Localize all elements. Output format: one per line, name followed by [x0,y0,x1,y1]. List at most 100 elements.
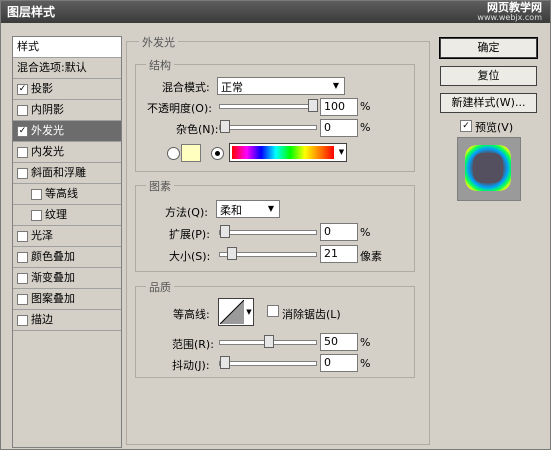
size-slider-thumb[interactable] [227,247,237,260]
opacity-field[interactable]: 100 [320,98,358,116]
style-checkbox[interactable] [17,273,28,284]
layer-style-dialog: 图层样式 网页教学网 www.webjx.com 样式 混合选项:默认 ✓ 投影 内阴… [0,0,551,450]
style-checkbox[interactable]: ✓ [17,126,28,137]
range-slider[interactable] [219,335,317,348]
opacity-label: 不透明度(O): [147,102,212,115]
style-checkbox[interactable] [31,210,42,221]
range-slider-thumb[interactable] [264,335,274,348]
range-unit: % [360,336,371,349]
contour-picker[interactable]: ▼ [218,298,254,326]
jitter-slider-thumb[interactable] [220,356,230,369]
style-list-item[interactable]: 混合选项:默认 [13,58,121,79]
style-checkbox[interactable]: ✓ [17,84,28,95]
watermark: 网页教学网 www.webjx.com [477,2,542,23]
style-checkbox[interactable] [17,252,28,263]
style-list-item[interactable]: 内发光 [13,142,121,163]
size-field[interactable]: 21 [320,245,358,263]
elements-title: 图素 [146,178,174,194]
style-checkbox[interactable] [17,294,28,305]
size-value: 21 [324,247,338,260]
watermark-line2: www.webjx.com [477,13,542,22]
gradient-radio[interactable] [211,147,224,160]
style-list-item-label: 混合选项:默认 [17,61,87,74]
style-list-item-label: 等高线 [45,187,78,200]
jitter-slider[interactable] [219,356,317,369]
style-list-header[interactable]: 样式 [13,37,121,58]
style-list-item-label: 内阴影 [31,103,64,116]
radio-dot [215,151,220,156]
style-checkbox[interactable] [31,189,42,200]
spread-slider-thumb[interactable] [220,225,230,238]
antialias-label: 消除锯齿(L) [282,308,341,321]
style-list-item-label: 光泽 [31,229,53,242]
style-checkbox[interactable] [17,231,28,242]
window-title: 图层样式 [7,5,56,19]
contour-label: 等高线: [173,308,210,321]
spread-slider[interactable] [219,225,317,238]
style-list-item-label: 内发光 [31,145,64,158]
size-unit: 像素 [360,250,382,263]
reset-button[interactable]: 复位 [440,66,537,86]
technique-select[interactable]: 柔和 ▼ [216,200,280,218]
blend-mode-select[interactable]: 正常 ▼ [217,77,345,95]
style-list-item[interactable]: 斜面和浮雕 [13,163,121,184]
technique-label: 方法(Q): [165,206,208,219]
style-list-item[interactable]: 渐变叠加 [13,268,121,289]
gradient-picker[interactable]: ▼ [229,143,347,162]
preview-checkbox[interactable]: ✓ [460,120,472,132]
style-list-item-label: 投影 [31,82,53,95]
style-checkbox[interactable] [17,315,28,326]
structure-title: 结构 [146,57,174,73]
style-list-item[interactable]: 内阴影 [13,100,121,121]
range-field[interactable]: 50 [320,333,358,351]
style-list-item[interactable]: 光泽 [13,226,121,247]
blend-mode-value: 正常 [221,81,243,94]
opacity-value: 100 [324,100,345,113]
style-checkbox[interactable] [17,147,28,158]
style-list-item[interactable]: 纹理 [13,205,121,226]
style-list: 样式 混合选项:默认 ✓ 投影 内阴影 ✓ 外发光 内发光 斜面和浮雕 等高线 纹理 光泽 颜色叠加渐… [12,36,122,448]
style-list-item[interactable]: 等高线 [13,184,121,205]
noise-field[interactable]: 0 [320,119,358,137]
style-list-item[interactable]: 描边 [13,310,121,331]
preview-thumbnail [457,137,521,201]
ok-button[interactable]: 确定 [439,37,538,59]
technique-value: 柔和 [220,204,242,217]
spread-unit: % [360,226,371,239]
style-list-item-label: 纹理 [45,208,67,221]
opacity-slider-thumb[interactable] [308,99,318,112]
contour-preview-icon [220,300,244,324]
antialias-checkbox[interactable] [267,305,279,317]
style-list-item-label: 描边 [31,313,53,326]
style-checkbox[interactable] [17,168,28,179]
opacity-slider[interactable] [219,99,318,112]
style-list-item[interactable]: ✓ 外发光 [13,121,121,142]
size-slider[interactable] [219,247,317,260]
color-radio[interactable] [167,147,180,160]
glow-color-swatch[interactable] [181,144,201,162]
jitter-unit: % [360,357,371,370]
preview-label: 预览(V) [475,121,514,134]
style-list-header-label: 样式 [17,40,39,53]
chevron-down-icon: ▼ [338,148,345,156]
style-list-item[interactable]: 颜色叠加 [13,247,121,268]
blend-mode-label: 混合模式: [162,81,210,94]
range-value: 50 [324,335,338,348]
noise-label: 杂色(N): [176,123,219,136]
chevron-down-icon: ▼ [246,308,252,316]
style-list-item[interactable]: ✓ 投影 [13,79,121,100]
quality-title: 品质 [146,279,174,295]
preview-shape [473,153,503,183]
style-list-item[interactable]: 图案叠加 [13,289,121,310]
spread-field[interactable]: 0 [320,223,358,241]
range-label: 范围(R): [172,338,214,351]
gradient-preview [232,146,334,159]
style-checkbox[interactable] [17,105,28,116]
style-list-item-label: 外发光 [31,124,64,137]
noise-slider-thumb[interactable] [220,120,230,133]
jitter-field[interactable]: 0 [320,354,358,372]
new-style-button[interactable]: 新建样式(W)... [440,93,537,113]
title-bar: 图层样式 网页教学网 www.webjx.com [1,1,550,23]
noise-slider[interactable] [219,120,317,133]
outer-glow-title: 外发光 [139,34,178,50]
